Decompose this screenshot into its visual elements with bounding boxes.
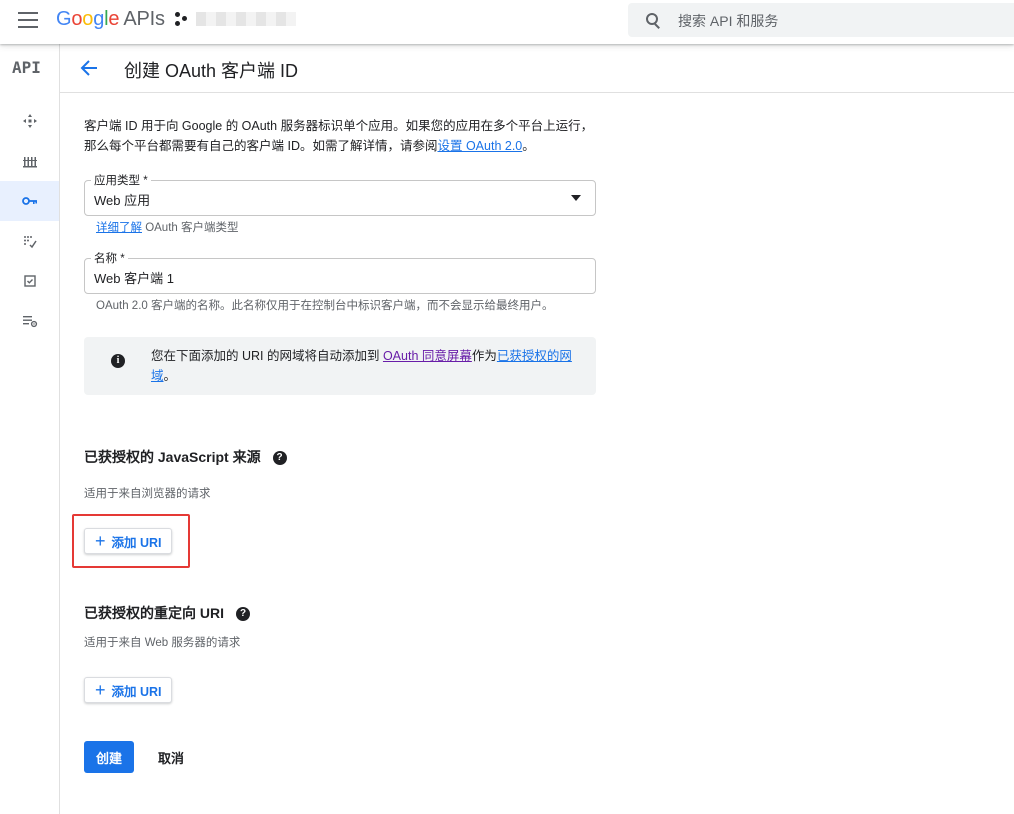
add-js-origin-uri-button[interactable]: + 添加 URI [84, 528, 172, 554]
help-icon[interactable]: ? [272, 451, 287, 466]
rail-item-oauth-consent[interactable] [0, 221, 59, 261]
menu-icon[interactable] [18, 12, 38, 28]
js-origins-subtitle: 适用于来自浏览器的请求 [84, 488, 211, 500]
description: 客户端 ID 用于向 Google 的 OAuth 服务器标识单个应用。如果您的… [84, 116, 604, 156]
setup-oauth-link[interactable]: 设置 OAuth 2.0 [437, 139, 522, 153]
name-field[interactable]: 名称 * Web 客户端 1 [84, 250, 596, 294]
logo-letter: G [56, 8, 72, 30]
add-uri-label: 添加 URI [111, 535, 162, 550]
logo-letter: e [108, 8, 120, 30]
library-icon [22, 157, 37, 168]
api-label: API [12, 58, 41, 77]
google-apis-logo[interactable]: Google APIs [56, 8, 165, 31]
project-icon [174, 11, 188, 27]
dropdown-arrow-icon [571, 195, 581, 201]
project-selector[interactable] [174, 10, 296, 28]
logo-suffix: APIs [123, 8, 165, 30]
page-title: 创建 OAuth 客户端 ID [124, 61, 299, 81]
name-hint: OAuth 2.0 客户端的名称。此名称仅用于在控制台中标识客户端，而不会显示给… [96, 300, 554, 312]
name-label: 名称 * [91, 250, 128, 266]
app-type-label: 应用类型 * [91, 172, 151, 188]
info-text-part3: 。 [163, 369, 177, 383]
search-input[interactable] [676, 3, 1000, 39]
add-uri-label: 添加 URI [111, 684, 162, 699]
redirect-uris-section: 已获授权的重定向 URI? [84, 603, 250, 623]
top-bar: Google APIs [0, 0, 1014, 44]
info-box: i 您在下面添加的 URI 的网域将自动添加到 OAuth 同意屏幕作为已获授权… [84, 337, 596, 395]
app-type-hint: 详细了解 OAuth 客户端类型 [96, 219, 239, 235]
app-type-value: Web 应用 [94, 193, 151, 208]
info-text-part2: 作为 [471, 349, 497, 363]
app-type-select[interactable]: 应用类型 * Web 应用 [84, 172, 596, 216]
left-rail: API [0, 44, 60, 814]
key-icon [21, 197, 37, 205]
cancel-button[interactable]: 取消 [150, 741, 192, 773]
consent-icon [23, 236, 37, 249]
search-bar[interactable] [628, 3, 1014, 39]
plus-icon: + [95, 680, 106, 700]
app-type-hint-text: OAuth 客户端类型 [142, 222, 239, 234]
rail-item-credentials[interactable] [0, 181, 59, 221]
search-icon [646, 13, 660, 29]
description-suffix: 。 [522, 139, 535, 153]
add-redirect-uri-button[interactable]: + 添加 URI [84, 677, 172, 703]
logo-letter: o [82, 8, 94, 30]
page-header: 创建 OAuth 客户端 ID [60, 44, 1014, 93]
info-text-part1: 您在下面添加的 URI 的网域将自动添加到 [151, 349, 383, 363]
move-icon [22, 114, 37, 128]
redirect-uris-title: 已获授权的重定向 URI [84, 605, 224, 621]
redirect-uris-subtitle: 适用于来自 Web 服务器的请求 [84, 637, 241, 649]
checkbox-icon [23, 275, 36, 287]
rail-item-domain-verification[interactable] [0, 261, 59, 301]
logo-letter: g [93, 8, 105, 30]
create-button[interactable]: 创建 [84, 741, 134, 773]
settings-list-icon [22, 316, 37, 328]
js-origins-title: 已获授权的 JavaScript 来源 [84, 449, 261, 465]
info-text: 您在下面添加的 URI 的网域将自动添加到 OAuth 同意屏幕作为已获授权的网… [151, 346, 581, 386]
rail-item-library[interactable] [0, 141, 59, 181]
info-icon: i [111, 354, 125, 368]
back-arrow-icon[interactable] [78, 57, 100, 79]
learn-more-link[interactable]: 详细了解 [96, 222, 142, 234]
js-origins-section: 已获授权的 JavaScript 来源? [84, 447, 287, 467]
help-icon[interactable]: ? [236, 607, 250, 622]
logo-letter: o [71, 8, 83, 30]
rail-item-settings[interactable] [0, 301, 59, 341]
plus-icon: + [95, 531, 106, 551]
oauth-consent-screen-link[interactable]: OAuth 同意屏幕 [383, 349, 472, 363]
rail-item-dashboard[interactable] [0, 101, 59, 141]
name-value: Web 客户端 1 [94, 271, 174, 286]
redacted-project-name [196, 12, 296, 26]
